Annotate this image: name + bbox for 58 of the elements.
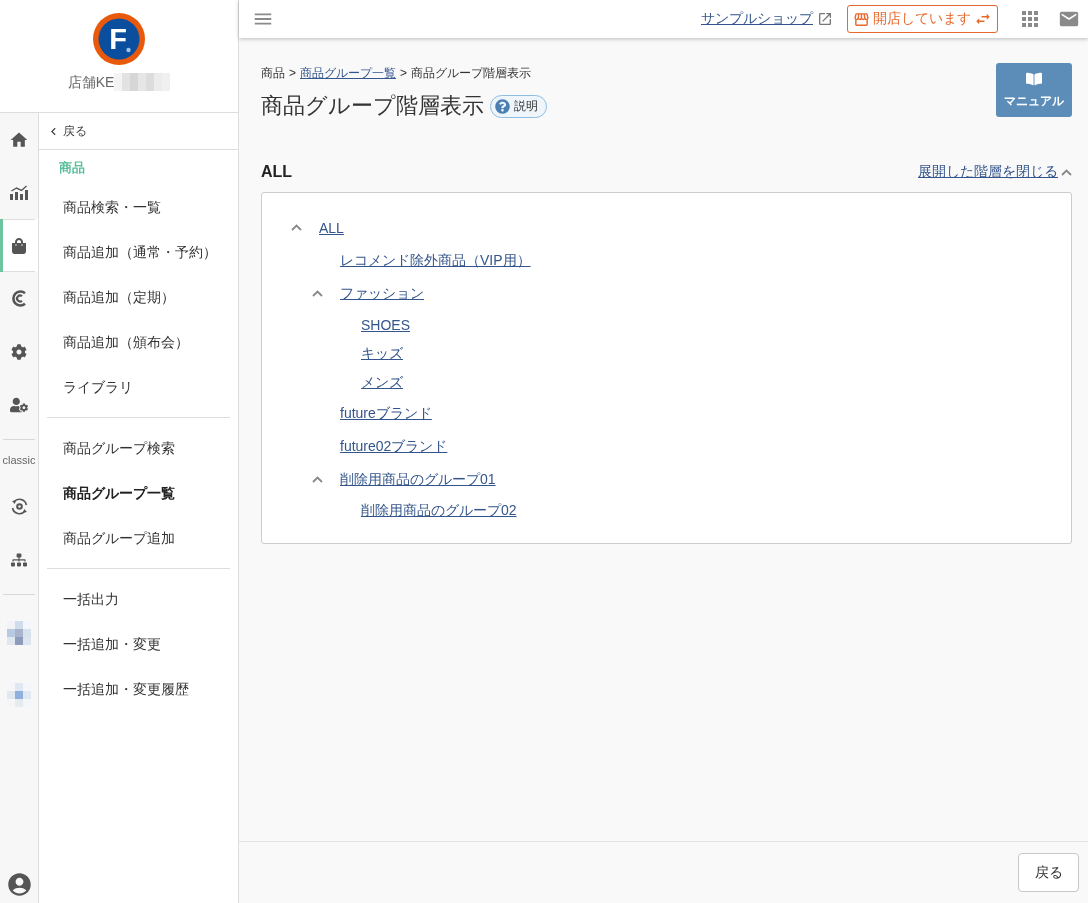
menu-item[interactable]: 商品追加（通常・予約） bbox=[39, 230, 238, 275]
menu-item[interactable]: 商品グループ一覧 bbox=[39, 471, 238, 516]
menu-item[interactable]: 一括追加・変更 bbox=[39, 622, 238, 667]
logo: F bbox=[93, 13, 145, 65]
user-gear-icon bbox=[10, 395, 28, 414]
breadcrumb-text: 商品グループ階層表示 bbox=[411, 65, 532, 81]
chevron-up-icon[interactable] bbox=[290, 224, 302, 231]
tree-item-link[interactable]: レコメンド除外商品（VIP用） bbox=[340, 251, 531, 270]
tree-item-link[interactable]: キッズ bbox=[361, 344, 403, 363]
tree-item-link[interactable]: メンズ bbox=[361, 373, 403, 392]
shop-link[interactable]: サンプルショップ bbox=[701, 10, 833, 28]
storefront-icon bbox=[853, 10, 870, 28]
breadcrumb-link[interactable]: 商品グループ一覧 bbox=[300, 65, 396, 81]
menu-item[interactable]: 一括出力 bbox=[39, 577, 238, 622]
menu-item[interactable]: 商品追加（定期） bbox=[39, 275, 238, 320]
pixelated-icon bbox=[7, 683, 31, 707]
tree-item-link[interactable]: 削除用商品のグループ02 bbox=[361, 501, 517, 520]
menu-item[interactable]: 商品追加（頒布会） bbox=[39, 320, 238, 365]
collapse-all-link[interactable]: 展開した階層を閉じる bbox=[918, 163, 1072, 181]
menu-item[interactable]: 商品検索・一覧 bbox=[39, 185, 238, 230]
manual-button[interactable]: マニュアル bbox=[996, 63, 1072, 117]
refresh-gear-icon bbox=[10, 498, 28, 515]
menu-heading: 商品 bbox=[58, 158, 86, 177]
tree-item-link[interactable]: ファッション bbox=[340, 284, 424, 303]
book-icon bbox=[1026, 70, 1042, 87]
help-icon bbox=[495, 98, 510, 114]
back-link[interactable]: 戻る bbox=[46, 122, 87, 140]
tree-item-link[interactable]: ALL bbox=[319, 219, 344, 236]
back-button[interactable]: 戻る bbox=[1018, 853, 1079, 892]
menu-item[interactable]: 商品グループ追加 bbox=[39, 516, 238, 561]
tree-item-link[interactable]: futureブランド bbox=[340, 404, 432, 423]
help-button[interactable]: 説明 bbox=[490, 94, 547, 118]
tree-item-link[interactable]: future02ブランド bbox=[340, 437, 448, 456]
breadcrumb-separator: > bbox=[400, 65, 408, 81]
pixelated-block bbox=[114, 73, 171, 91]
breadcrumb-text: 商品 bbox=[261, 65, 285, 81]
shopping-bag-icon bbox=[11, 237, 27, 254]
section-title: ALL bbox=[261, 163, 293, 181]
pixelated-icon bbox=[7, 621, 31, 645]
breadcrumb-separator: > bbox=[289, 65, 296, 81]
store-name: 店舗KE bbox=[67, 73, 115, 92]
chevron-up-icon[interactable] bbox=[311, 476, 323, 483]
menu-item[interactable]: 商品グループ検索 bbox=[39, 426, 238, 471]
page-title: 商品グループ階層表示 bbox=[261, 92, 484, 120]
tree-item-link[interactable]: 削除用商品のグループ01 bbox=[340, 470, 496, 489]
chevron-up-icon[interactable] bbox=[311, 290, 323, 297]
external-link-icon bbox=[817, 11, 833, 27]
rail-section-label: classic bbox=[1, 452, 37, 468]
circle-c-icon bbox=[11, 290, 27, 307]
chevron-up-icon bbox=[1061, 168, 1072, 176]
menu-item[interactable]: 一括追加・変更履歴 bbox=[39, 667, 238, 712]
sitemap-icon bbox=[11, 551, 27, 568]
settings-icon bbox=[11, 343, 27, 360]
user-avatar-icon bbox=[5, 871, 33, 898]
menu-item[interactable]: ライブラリ bbox=[39, 365, 238, 410]
account-button[interactable] bbox=[5, 871, 33, 898]
tree-item-link[interactable]: SHOES bbox=[361, 316, 410, 333]
bar-chart-icon bbox=[10, 185, 28, 200]
